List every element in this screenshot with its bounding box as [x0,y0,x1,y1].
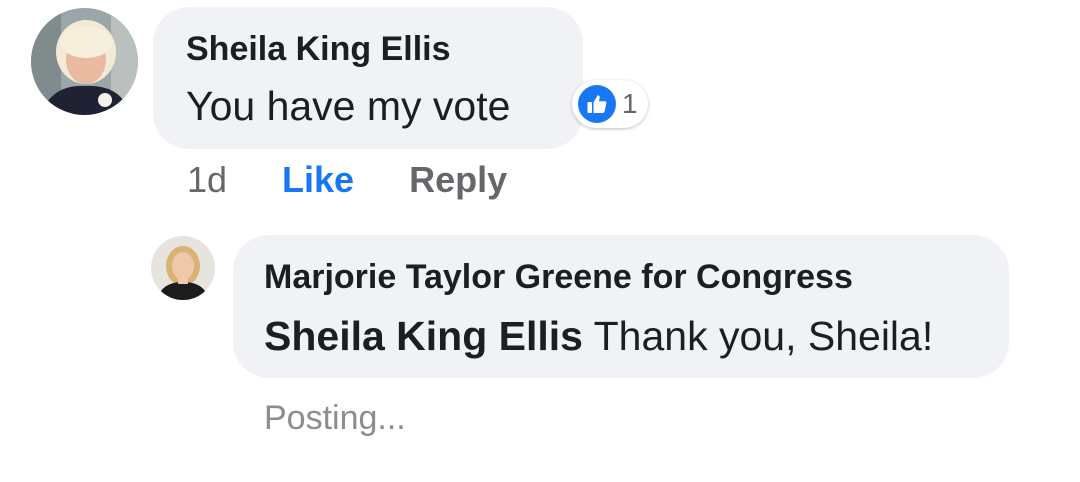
comment-actions: 1d Like Reply [187,158,507,202]
reply-bubble: Marjorie Taylor Greene for Congress Shei… [233,235,1009,378]
reaction-summary[interactable]: 1 [572,80,648,128]
like-button[interactable]: Like [282,158,354,202]
reply-button[interactable]: Reply [409,158,507,202]
reply-author-avatar[interactable] [151,236,215,300]
reply-mention-tag[interactable]: Sheila King Ellis [264,313,583,359]
comment-author-name[interactable]: Sheila King Ellis [186,27,583,71]
comment-bubble: Sheila King Ellis You have my vote [153,7,583,149]
comment-thread: Sheila King Ellis You have my vote 1 1d … [0,0,1080,482]
comment-timestamp[interactable]: 1d [187,158,227,202]
comment-author-avatar[interactable] [31,8,138,115]
reply-text: Thank you, Sheila! [593,313,934,359]
reaction-count: 1 [622,88,638,119]
thumbs-up-icon [578,85,616,123]
posting-status: Posting... [264,399,406,437]
reply-text-line: Sheila King Ellis Thank you, Sheila! [264,309,1009,363]
comment-text: You have my vote [186,83,511,129]
reply-author-name[interactable]: Marjorie Taylor Greene for Congress [264,255,1009,299]
